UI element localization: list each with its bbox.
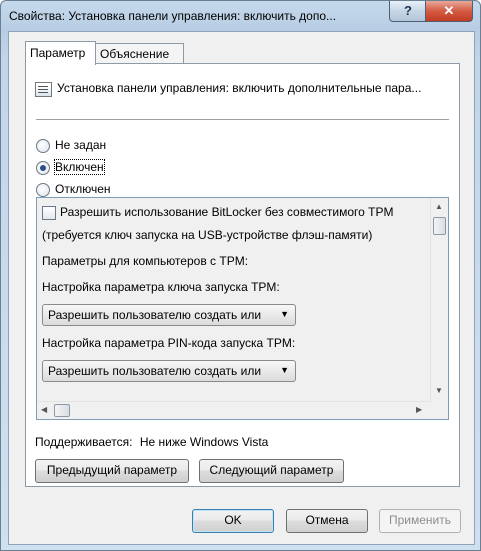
help-icon: ? [404, 3, 412, 18]
scroll-right-icon[interactable]: ▶ [416, 405, 422, 414]
radio-disabled-label: Отключен [55, 182, 111, 196]
cancel-button[interactable]: Отмена [286, 509, 368, 533]
title-bar[interactable]: Свойства: Установка панели управления: в… [1, 1, 480, 31]
vertical-scroll-thumb[interactable] [433, 217, 446, 235]
horizontal-scroll-thumb[interactable] [54, 404, 70, 417]
help-button[interactable]: ? [389, 1, 427, 22]
startup-key-value: Разрешить пользователю создать или [48, 308, 262, 322]
tab-setting[interactable]: Параметр [25, 41, 96, 65]
radio-enabled-button[interactable] [36, 161, 50, 175]
chevron-down-icon: ▼ [280, 365, 289, 375]
options-horizontal-scrollbar[interactable]: ◀ ▶ [37, 401, 430, 419]
radio-not-configured-label: Не задан [55, 138, 107, 152]
scroll-left-icon[interactable]: ◀ [41, 405, 47, 414]
startup-pin-value: Разрешить пользователю создать или [48, 364, 262, 378]
ok-button[interactable]: OK [192, 509, 274, 533]
allow-without-tpm-note: (требуется ключ запуска на USB-устройств… [42, 228, 373, 242]
scroll-down-icon[interactable]: ▼ [435, 386, 443, 395]
close-button[interactable]: ✕ [425, 1, 473, 22]
chevron-down-icon: ▼ [280, 309, 289, 319]
setting-tab-panel: Установка панели управления: включить до… [25, 63, 460, 487]
scroll-up-icon[interactable]: ▲ [435, 202, 443, 211]
radio-not-configured-button[interactable] [36, 139, 50, 153]
options-vertical-scrollbar[interactable]: ▲ ▼ [430, 198, 448, 401]
apply-button[interactable]: Применить [379, 509, 461, 533]
properties-dialog: Свойства: Установка панели управления: в… [0, 0, 481, 551]
next-setting-button[interactable]: Следующий параметр [199, 459, 344, 483]
scrollbar-corner [431, 402, 448, 419]
allow-without-tpm-label: Разрешить использование BitLocker без со… [60, 205, 394, 219]
supported-on: Поддерживается: Не ниже Windows Vista [35, 435, 268, 449]
divider [36, 119, 449, 120]
tpm-section-heading: Параметры для компьютеров с TPM: [42, 254, 249, 268]
dialog-client-area: Параметр Объяснение Установка панели упр… [8, 31, 475, 545]
close-icon: ✕ [443, 3, 455, 18]
policy-name: Установка панели управления: включить до… [57, 81, 422, 95]
window-title: Свойства: Установка панели управления: в… [9, 9, 337, 23]
allow-without-tpm-checkbox[interactable] [42, 206, 56, 220]
tab-explanation[interactable]: Объяснение [95, 43, 184, 64]
startup-pin-dropdown[interactable]: Разрешить пользователю создать или ▼ [42, 360, 296, 382]
radio-enabled-label: Включен [54, 159, 105, 175]
policy-setting-icon [35, 82, 52, 97]
supported-label: Поддерживается: [35, 435, 133, 449]
options-content: Разрешить использование BitLocker без со… [37, 198, 430, 401]
previous-setting-button[interactable]: Предыдущий параметр [35, 459, 189, 483]
startup-pin-label: Настройка параметра PIN-кода запуска TPM… [42, 336, 296, 350]
supported-value: Не ниже Windows Vista [139, 435, 269, 449]
radio-disabled-button[interactable] [36, 183, 50, 197]
startup-key-dropdown[interactable]: Разрешить пользователю создать или ▼ [42, 304, 296, 326]
options-panel: Разрешить использование BitLocker без со… [36, 197, 449, 420]
startup-key-label: Настройка параметра ключа запуска TPM: [42, 280, 280, 294]
